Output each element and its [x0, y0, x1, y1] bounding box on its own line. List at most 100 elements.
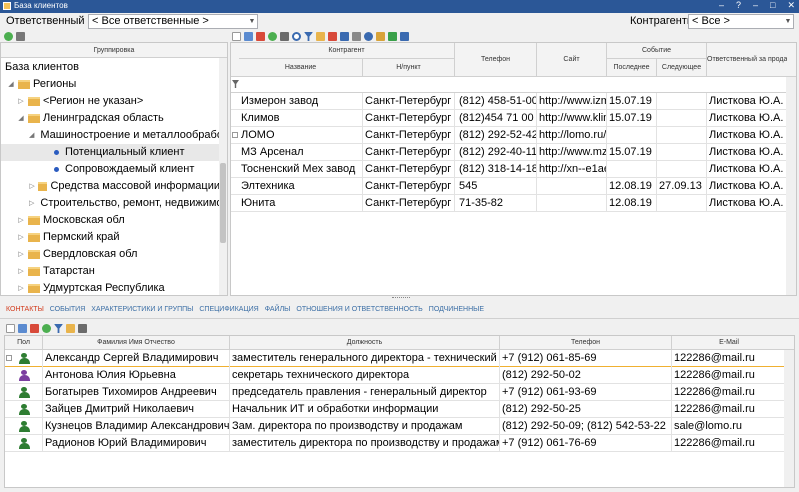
- responsible-select[interactable]: < Все ответственные > ▼: [88, 14, 258, 29]
- minimize-alt-button[interactable]: –: [719, 0, 724, 11]
- col-header-site[interactable]: Сайт: [537, 43, 607, 77]
- expand-icon[interactable]: ▷: [29, 178, 35, 195]
- tree-item[interactable]: ▷ Строительство, ремонт, недвижимость: [1, 195, 227, 212]
- refresh-icon[interactable]: [268, 32, 277, 41]
- close-button[interactable]: ✕: [787, 0, 795, 11]
- edit-icon[interactable]: [18, 324, 27, 333]
- tab-2[interactable]: СОБЫТИЯ: [50, 306, 86, 313]
- splitter-grip[interactable]: [392, 297, 410, 300]
- tree-item[interactable]: ▷ Удмуртская Республика: [1, 280, 220, 295]
- cell-next: [657, 161, 707, 178]
- contacts-scrollbar[interactable]: [784, 350, 794, 487]
- col-header-position[interactable]: Должность: [230, 336, 500, 350]
- contact-row[interactable]: Радионов Юрий Владимирович заместитель ди…: [5, 435, 786, 452]
- col-header-phone[interactable]: Телефон: [500, 336, 672, 350]
- expand-icon[interactable]: ▷: [29, 195, 34, 212]
- contact-row[interactable]: Антонова Юлия Юрьевна секретарь техническ…: [5, 367, 786, 384]
- filter-icon[interactable]: [54, 324, 63, 333]
- maximize-button[interactable]: □: [770, 0, 775, 11]
- tree-scroll-thumb[interactable]: [220, 163, 226, 243]
- link-icon[interactable]: [400, 32, 409, 41]
- collapse-icon[interactable]: ◢: [29, 127, 34, 144]
- help-button[interactable]: ?: [736, 0, 741, 11]
- col-header-fio[interactable]: Фамилия Имя Отчество: [43, 336, 230, 350]
- expand-icon[interactable]: ▷: [17, 263, 25, 280]
- tab-3[interactable]: ХАРАКТЕРИСТИКИ И ГРУППЫ: [91, 306, 193, 313]
- tree-item[interactable]: ▷ <Регион не указан>: [1, 93, 220, 110]
- contact-row[interactable]: Зайцев Дмитрий Николаевич Начальник ИТ и …: [5, 401, 786, 418]
- col-header-phone[interactable]: Телефон: [455, 43, 537, 77]
- folder-icon[interactable]: [316, 32, 325, 41]
- contact-row[interactable]: Богатырев Тихомиров Андреевич председател…: [5, 384, 786, 401]
- mail-icon[interactable]: [376, 32, 385, 41]
- tree-item[interactable]: ◢ Ленинградская область: [1, 110, 220, 127]
- tree-item[interactable]: ▷ Татарстан: [1, 263, 220, 280]
- col-header-next[interactable]: Следующее: [657, 59, 707, 77]
- tree-item[interactable]: База клиентов: [1, 59, 220, 76]
- col-header-name[interactable]: Название: [239, 59, 363, 77]
- columns-icon[interactable]: [352, 32, 361, 41]
- table-row[interactable]: Элтехника Санкт-Петербург 545 12.08.19 27.09…: [231, 178, 788, 195]
- refresh-icon[interactable]: [4, 32, 13, 41]
- table-row[interactable]: Климов Санкт-Петербург (812)454 71 00 http:…: [231, 110, 788, 127]
- new-doc-icon[interactable]: [232, 32, 241, 41]
- contact-row[interactable]: Кузнецов Владимир Александрович Зам. дире…: [5, 418, 786, 435]
- print-icon[interactable]: [280, 32, 289, 41]
- tree-item[interactable]: Потенциальный клиент: [1, 144, 220, 161]
- wrench-icon[interactable]: [16, 32, 25, 41]
- table-row[interactable]: ЛОМО Санкт-Петербург (812) 292-52-42 http:/…: [231, 127, 788, 144]
- contact-row[interactable]: Александр Сергей Владимирович заместитель…: [5, 350, 786, 367]
- expand-icon[interactable]: ▷: [17, 212, 25, 229]
- table-row[interactable]: Юнита Санкт-Петербург 71-35-82 12.08.19 Лист…: [231, 195, 788, 212]
- collapse-icon[interactable]: ◢: [7, 76, 15, 93]
- sort-icon[interactable]: [340, 32, 349, 41]
- filter-icon[interactable]: [232, 80, 239, 88]
- tab-4[interactable]: СПЕЦИФИКАЦИЯ: [199, 306, 258, 313]
- phone-icon[interactable]: [388, 32, 397, 41]
- collapse-icon[interactable]: ◢: [17, 110, 25, 127]
- col-header-email[interactable]: E-Mail: [672, 336, 786, 350]
- table-row[interactable]: Тосненский Мех завод Санкт-Петербург (812)…: [231, 161, 788, 178]
- new-doc-icon[interactable]: [6, 324, 15, 333]
- delete-icon[interactable]: [30, 324, 39, 333]
- folder-icon[interactable]: [66, 324, 75, 333]
- grid-scrollbar[interactable]: [786, 77, 796, 295]
- edit-icon[interactable]: [244, 32, 253, 41]
- tab-1[interactable]: КОНТАКТЫ: [6, 306, 44, 313]
- minimize-button[interactable]: –: [753, 0, 758, 11]
- tree-item[interactable]: Сопровождаемый клиент: [1, 161, 220, 178]
- tree-item[interactable]: ▷ Свердловская обл: [1, 246, 220, 263]
- tree-item[interactable]: ◢ Регионы: [1, 76, 220, 93]
- tab-7[interactable]: ПОДЧИНЕННЫЕ: [429, 306, 484, 313]
- search-icon[interactable]: [292, 32, 301, 41]
- tree-item[interactable]: ▷ Средства массовой информации: [1, 178, 220, 195]
- tree-item[interactable]: ▷ Пермский край: [1, 229, 220, 246]
- col-header-last[interactable]: Последнее: [607, 59, 657, 77]
- expand-icon[interactable]: ▷: [17, 246, 25, 263]
- export-icon[interactable]: [328, 32, 337, 41]
- refresh-icon[interactable]: [42, 324, 51, 333]
- grid-filter-row[interactable]: [231, 77, 788, 93]
- tree-scrollbar[interactable]: [219, 58, 227, 295]
- contractors-select-value: < Все >: [692, 15, 730, 27]
- expand-icon[interactable]: ▷: [17, 93, 25, 110]
- cell-email: 122286@mail.ru: [672, 435, 786, 452]
- tree-item[interactable]: ◢ Машиностроение и металлообработка: [1, 127, 227, 144]
- globe-icon[interactable]: [364, 32, 373, 41]
- tab-5[interactable]: ФАЙЛЫ: [265, 306, 291, 313]
- table-row[interactable]: Измерон завод Санкт-Петербург (812) 458-51…: [231, 93, 788, 110]
- col-header-gender[interactable]: Пол: [5, 336, 43, 350]
- col-header-city[interactable]: Н/пункт: [363, 59, 455, 77]
- expand-icon[interactable]: ▷: [17, 229, 25, 246]
- filter-icon[interactable]: [304, 32, 313, 41]
- row-checkbox[interactable]: [6, 355, 12, 361]
- contractors-select[interactable]: < Все > ▼: [688, 14, 794, 29]
- delete-icon[interactable]: [256, 32, 265, 41]
- row-checkbox[interactable]: [232, 132, 238, 138]
- tab-6[interactable]: ОТНОШЕНИЯ И ОТВЕТСТВЕННОСТЬ: [296, 306, 422, 313]
- expand-icon[interactable]: ▷: [17, 280, 25, 295]
- col-header-responsible[interactable]: Ответственный за продажи: [707, 43, 787, 77]
- columns-icon[interactable]: [78, 324, 87, 333]
- table-row[interactable]: МЗ Арсенал Санкт-Петербург (812) 292-40-11…: [231, 144, 788, 161]
- tree-item[interactable]: ▷ Московская обл: [1, 212, 220, 229]
